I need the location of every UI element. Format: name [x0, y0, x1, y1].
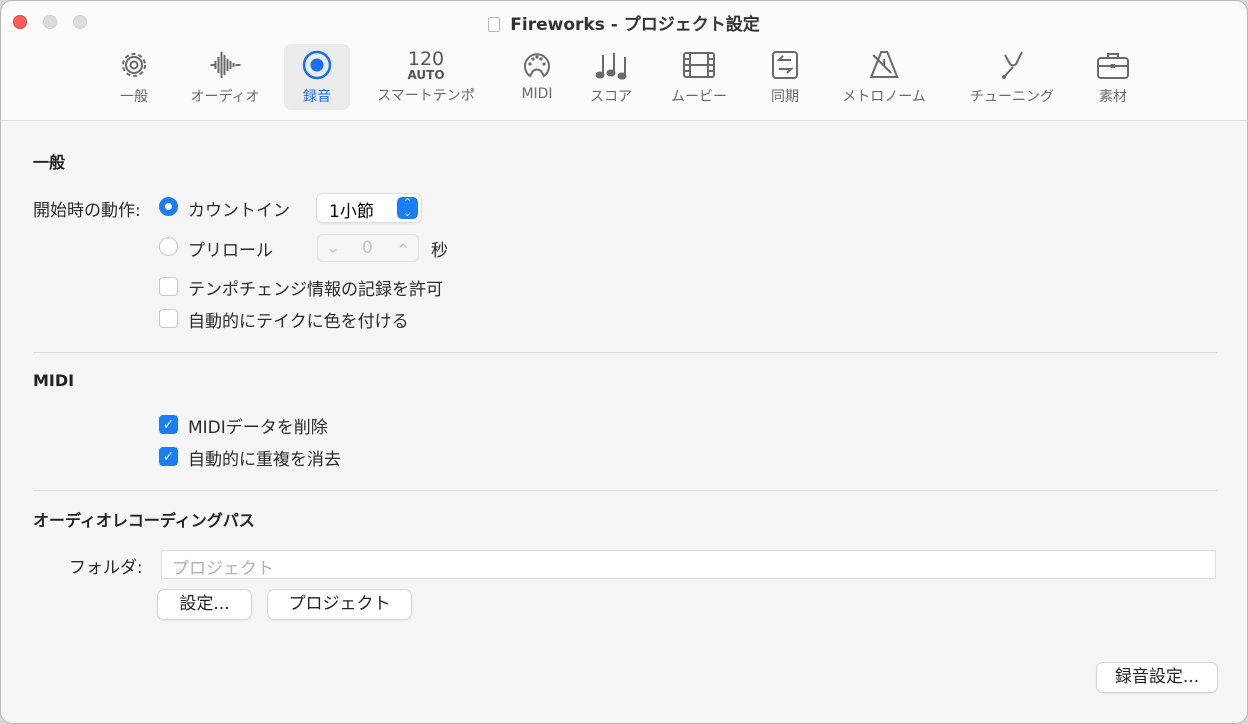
tab-movie[interactable]: ムービー — [663, 44, 735, 110]
preroll-radio[interactable] — [159, 237, 178, 256]
tab-label: MIDI — [521, 86, 553, 102]
midi-heading: MIDI — [33, 371, 75, 390]
tab-label: スマートテンポ — [377, 88, 475, 104]
count-in-label: カウントイン — [188, 201, 290, 221]
recording-path-heading: オーディオレコーディングパス — [33, 511, 255, 530]
film-icon — [683, 52, 715, 78]
midi-icon — [524, 53, 550, 78]
preroll-value: 0 — [362, 238, 373, 258]
auto-color-checkbox[interactable] — [159, 309, 178, 328]
allow-tempo-label: テンポチェンジ情報の記録を許可 — [188, 280, 443, 300]
tab-label: スコア — [590, 89, 632, 105]
tuning-fork-icon — [1002, 51, 1023, 79]
tab-tuning[interactable]: チューニング — [962, 44, 1062, 110]
count-in-value: 1小節 — [329, 202, 374, 222]
notes-icon — [595, 53, 627, 80]
auto-merge-checkbox[interactable]: ✓ — [159, 447, 178, 466]
record-icon — [302, 50, 332, 80]
tab-audio[interactable]: オーディオ — [182, 44, 267, 110]
folder-placeholder: プロジェクト — [172, 559, 274, 579]
gear-icon — [122, 53, 146, 77]
delete-midi-checkbox[interactable]: ✓ — [159, 415, 178, 434]
tab-record[interactable]: 録音 — [284, 44, 350, 110]
folder-label: フォルダ: — [69, 558, 143, 578]
tab-label: チューニング — [970, 89, 1054, 105]
tab-label: 素材 — [1099, 89, 1127, 105]
tempo-value: 120 — [407, 48, 445, 70]
chevron-updown-icon: ⌃ ⌄ — [397, 197, 418, 219]
preroll-label: プリロール — [188, 241, 273, 261]
document-icon — [488, 17, 501, 32]
start-action-label: 開始時の動作: — [33, 201, 141, 221]
waveform-icon — [210, 52, 240, 78]
toolbar: Fireworks - プロジェクト設定 一般 オーディオ 録音 120 AUTO… — [1, 1, 1247, 121]
project-settings-window: Fireworks - プロジェクト設定 一般 オーディオ 録音 120 AUTO… — [0, 0, 1248, 724]
divider — [33, 490, 1217, 491]
allow-tempo-checkbox[interactable] — [159, 277, 178, 296]
auto-color-label: 自動的にテイクに色を付ける — [188, 312, 409, 332]
preroll-stepper[interactable]: ⌄ 0 ⌃ — [317, 234, 419, 262]
window-title: Fireworks - プロジェクト設定 — [1, 10, 1247, 35]
seconds-unit: 秒 — [431, 241, 448, 261]
count-in-radio[interactable] — [159, 197, 178, 216]
tab-general[interactable]: 一般 — [109, 44, 159, 110]
tab-label: 一般 — [120, 89, 148, 105]
tab-smart-tempo[interactable]: 120 AUTO スマートテンポ — [369, 44, 483, 110]
tab-label: ムービー — [671, 89, 727, 105]
divider — [33, 352, 1217, 353]
tab-score[interactable]: スコア — [582, 44, 640, 110]
sync-icon — [772, 51, 798, 79]
project-path-button[interactable]: プロジェクト — [268, 590, 411, 619]
general-heading: 一般 — [33, 153, 66, 172]
metronome-icon — [869, 51, 899, 78]
chevron-down-icon[interactable]: ⌄ — [326, 238, 340, 258]
folder-input[interactable]: プロジェクト — [161, 550, 1216, 579]
tab-label: メトロノーム — [842, 89, 926, 105]
set-path-button[interactable]: 設定... — [158, 590, 251, 619]
tempo-icon: 120 AUTO — [377, 48, 475, 83]
chevron-up-icon[interactable]: ⌃ — [396, 241, 410, 261]
briefcase-icon — [1097, 53, 1129, 79]
tab-sync[interactable]: 同期 — [760, 44, 810, 110]
tab-label: 同期 — [771, 89, 799, 105]
count-in-bars-popup[interactable]: 1小節 ⌃ ⌄ — [317, 194, 421, 222]
tab-label: オーディオ — [190, 89, 260, 105]
auto-merge-label: 自動的に重複を消去 — [188, 450, 341, 470]
delete-midi-label: MIDIデータを削除 — [188, 418, 328, 438]
tempo-auto: AUTO — [407, 68, 445, 82]
tab-label: 録音 — [303, 89, 331, 105]
tab-metronome[interactable]: メトロノーム — [834, 44, 934, 110]
title-text: Fireworks - プロジェクト設定 — [510, 15, 760, 35]
tab-assets[interactable]: 素材 — [1088, 44, 1138, 110]
tab-midi[interactable]: MIDI — [512, 44, 562, 110]
record-settings-button[interactable]: 録音設定... — [1097, 663, 1217, 692]
